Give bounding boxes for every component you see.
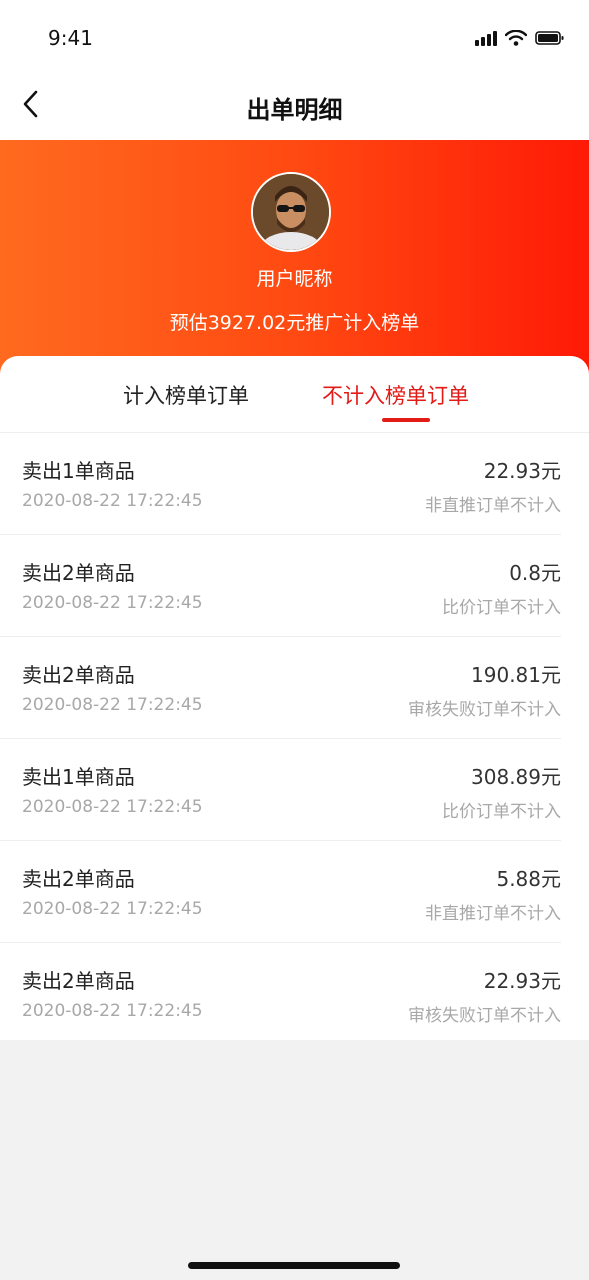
wifi-icon	[505, 30, 527, 46]
order-status: 比价订单不计入	[442, 802, 561, 822]
order-time: 2020-08-22 17:22:45	[22, 899, 203, 919]
order-amount: 22.93元	[483, 459, 561, 483]
order-title: 卖出1单商品	[22, 459, 135, 483]
order-time: 2020-08-22 17:22:45	[22, 695, 203, 715]
order-time: 2020-08-22 17:22:45	[22, 491, 203, 511]
order-amount: 0.8元	[509, 561, 561, 585]
order-row[interactable]: 卖出1单商品 2020-08-22 17:22:45 22.93元 非直推订单不…	[0, 433, 561, 535]
home-indicator	[188, 1262, 400, 1269]
order-title: 卖出1单商品	[22, 765, 135, 789]
status-icons	[475, 26, 565, 46]
order-amount: 190.81元	[471, 663, 561, 687]
estimate-text: 预估3927.02元推广计入榜单	[169, 312, 420, 334]
user-nickname: 用户昵称	[256, 268, 333, 290]
order-title: 卖出2单商品	[22, 561, 135, 585]
orders-panel: 计入榜单订单 不计入榜单订单 卖出1单商品 2020-08-22 17:22:4…	[0, 356, 589, 1040]
order-status: 审核失败订单不计入	[408, 1006, 561, 1026]
signal-icon	[475, 30, 497, 46]
order-row[interactable]: 卖出1单商品 2020-08-22 17:22:45 308.89元 比价订单不…	[0, 739, 561, 841]
order-time: 2020-08-22 17:22:45	[22, 593, 203, 613]
order-row[interactable]: 卖出2单商品 2020-08-22 17:22:45 5.88元 非直推订单不计…	[0, 841, 561, 943]
order-status: 比价订单不计入	[442, 598, 561, 618]
order-title: 卖出2单商品	[22, 969, 135, 993]
active-tab-indicator	[382, 418, 430, 422]
order-row[interactable]: 卖出2单商品 2020-08-22 17:22:45 22.93元 审核失败订单…	[0, 943, 561, 1044]
status-bar: 9:41	[0, 0, 589, 76]
tab-uncounted-orders[interactable]: 不计入榜单订单	[322, 380, 469, 410]
order-amount: 22.93元	[483, 969, 561, 993]
order-time: 2020-08-22 17:22:45	[22, 797, 203, 817]
nav-bar: 出单明细	[0, 76, 589, 136]
avatar	[251, 172, 331, 252]
order-status: 非直推订单不计入	[425, 496, 561, 516]
order-amount: 5.88元	[496, 867, 561, 891]
order-title: 卖出2单商品	[22, 663, 135, 687]
order-list: 卖出1单商品 2020-08-22 17:22:45 22.93元 非直推订单不…	[0, 433, 589, 1044]
order-amount: 308.89元	[471, 765, 561, 789]
order-status: 审核失败订单不计入	[408, 700, 561, 720]
order-status: 非直推订单不计入	[425, 904, 561, 924]
status-time: 9:41	[48, 26, 93, 50]
page-title: 出单明细	[246, 96, 343, 124]
order-time: 2020-08-22 17:22:45	[22, 1001, 203, 1021]
tab-counted-orders[interactable]: 计入榜单订单	[123, 380, 249, 410]
order-row[interactable]: 卖出2单商品 2020-08-22 17:22:45 0.8元 比价订单不计入	[0, 535, 561, 637]
battery-icon	[535, 30, 565, 46]
order-title: 卖出2单商品	[22, 867, 135, 891]
profile-header: 用户昵称 预估3927.02元推广计入榜单	[0, 140, 589, 380]
tab-bar: 计入榜单订单 不计入榜单订单	[0, 356, 589, 433]
order-row[interactable]: 卖出2单商品 2020-08-22 17:22:45 190.81元 审核失败订…	[0, 637, 561, 739]
